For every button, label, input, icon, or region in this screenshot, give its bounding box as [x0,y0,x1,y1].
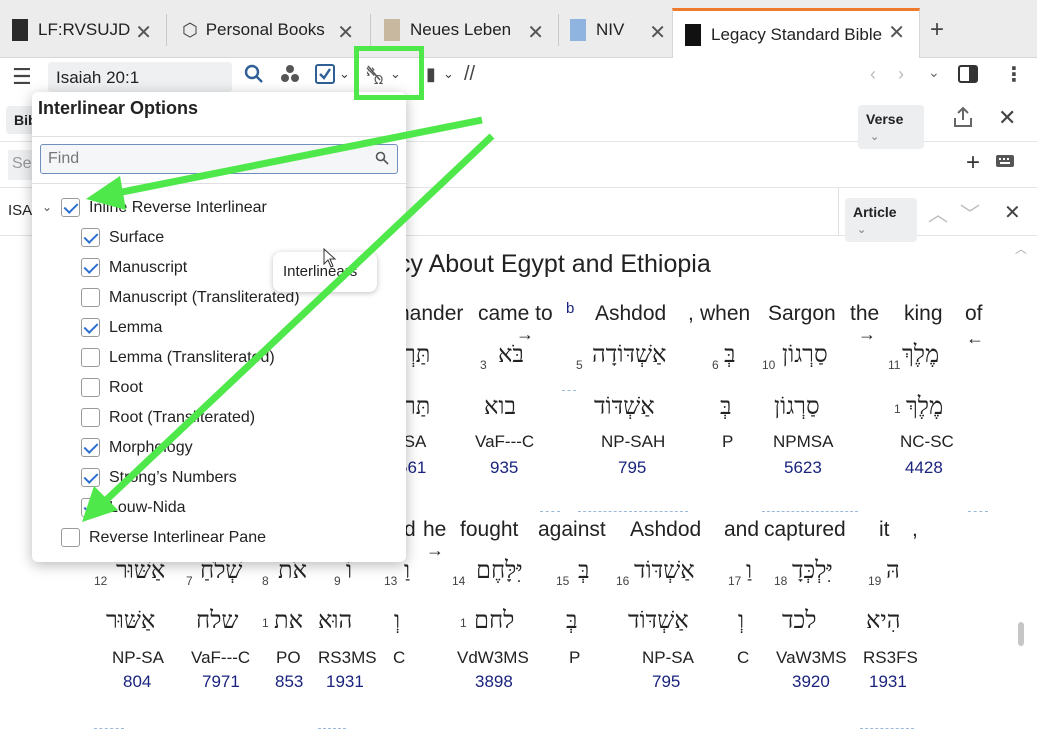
annotation-arrows [82,116,495,522]
